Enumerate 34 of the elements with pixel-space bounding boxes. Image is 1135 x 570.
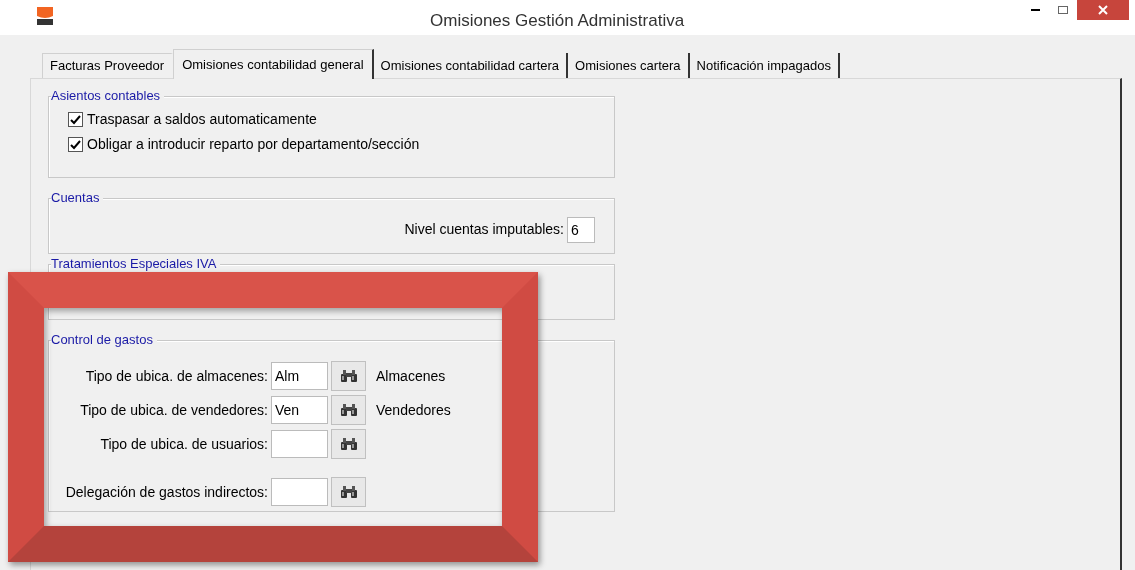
- search-button[interactable]: [331, 395, 366, 425]
- search-button[interactable]: [331, 361, 366, 391]
- checkbox[interactable]: [68, 137, 83, 152]
- field-label: Delegación de gastos indirectos:: [64, 482, 268, 502]
- binoculars-icon: [339, 369, 358, 383]
- close-icon: [1098, 5, 1108, 15]
- tab[interactable]: Omisiones contabilidad general: [173, 49, 374, 79]
- input-field[interactable]: Ven: [271, 396, 328, 424]
- binoculars-icon: [339, 485, 358, 499]
- field-label: Tipo de ubica. de vendedores:: [79, 400, 268, 420]
- app-logo-icon: [36, 6, 54, 26]
- binoculars-icon: [339, 437, 358, 451]
- checkbox-label: Obligar a introducir reparto por departamento/sección: [87, 135, 420, 154]
- field-label: Tipo de ubica. de usuarios:: [99, 434, 268, 454]
- checkbox[interactable]: [68, 112, 83, 127]
- window-title: Omisiones Gestión Administrativa: [430, 10, 685, 32]
- field-label: Tipo de ubica. de almacenes:: [84, 366, 268, 386]
- field-description: Vendedores: [376, 400, 451, 420]
- input-field[interactable]: [271, 430, 328, 458]
- search-button[interactable]: [331, 477, 366, 507]
- checkbox-label: Traspasar a saldos automaticamente: [87, 110, 317, 129]
- tab[interactable]: Facturas Proveedor: [42, 53, 174, 78]
- input-field[interactable]: Alm: [271, 362, 328, 390]
- input-field[interactable]: [271, 478, 328, 506]
- checkmark-icon: [70, 139, 81, 150]
- field-description: Almacenes: [376, 366, 446, 386]
- group-title: Tratamientos Especiales IVA: [51, 256, 221, 272]
- close-button[interactable]: [1077, 0, 1129, 20]
- group-title: Control de gastos: [51, 332, 157, 348]
- field-label: Nivel cuentas imputables:: [404, 220, 564, 239]
- binoculars-icon: [339, 403, 358, 417]
- search-button[interactable]: [331, 429, 366, 459]
- input-field[interactable]: 6: [567, 216, 595, 243]
- checkmark-icon: [70, 114, 81, 125]
